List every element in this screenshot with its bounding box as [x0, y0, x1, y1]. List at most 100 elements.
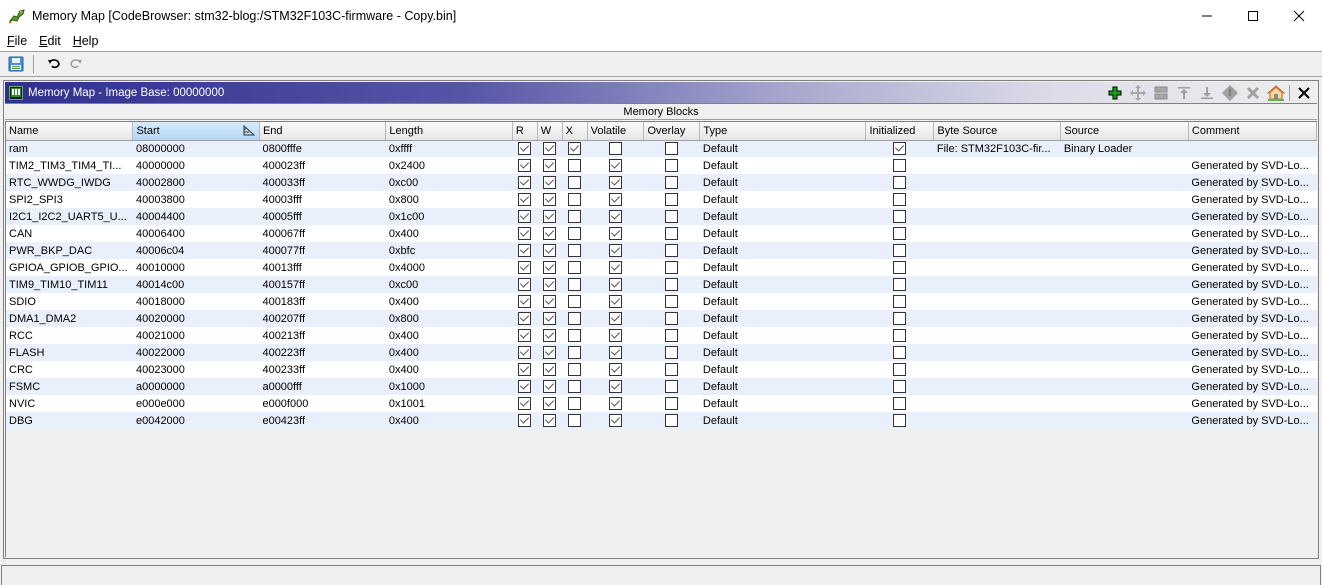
name-cell[interactable]: I2C1_I2C2_UART5_U... — [6, 208, 133, 225]
table-row[interactable]: DBG e0042000 e00423ff 0x400 Default Generated… — [6, 412, 1317, 429]
write-checkbox[interactable] — [543, 159, 557, 172]
type-cell[interactable]: Default — [699, 361, 866, 378]
length-cell[interactable]: 0x4000 — [385, 259, 513, 276]
volatile-checkbox[interactable] — [609, 210, 623, 223]
execute-checkbox[interactable] — [568, 159, 582, 172]
volatile-checkbox[interactable] — [609, 380, 623, 393]
initialized-checkbox[interactable] — [893, 278, 907, 291]
overlay-checkbox[interactable] — [665, 159, 679, 172]
read-checkbox[interactable] — [518, 227, 532, 240]
length-cell[interactable]: 0xc00 — [385, 276, 513, 293]
source-cell[interactable] — [1060, 344, 1189, 361]
length-cell[interactable]: 0x400 — [385, 225, 513, 242]
volatile-checkbox[interactable] — [609, 329, 623, 342]
write-checkbox[interactable] — [543, 227, 557, 240]
column-header-length[interactable]: Length — [385, 122, 513, 141]
execute-checkbox[interactable] — [568, 176, 582, 189]
overlay-checkbox[interactable] — [665, 414, 679, 427]
table-row[interactable]: SPI2_SPI3 40003800 40003fff 0x800 Default Gen… — [6, 191, 1317, 208]
table-row[interactable]: SDIO 40018000 400183ff 0x400 Default Generate… — [6, 293, 1317, 310]
overlay-checkbox[interactable] — [665, 380, 679, 393]
table-row[interactable]: TIM9_TIM10_TIM11 40014c00 400157ff 0xc00 Def… — [6, 276, 1317, 293]
read-checkbox[interactable] — [518, 176, 532, 189]
start-cell[interactable]: 40006c04 — [132, 242, 260, 259]
execute-checkbox[interactable] — [568, 312, 582, 325]
name-cell[interactable]: NVIC — [6, 395, 133, 412]
initialized-checkbox[interactable] — [893, 312, 907, 325]
byte-source-cell[interactable] — [933, 191, 1061, 208]
volatile-checkbox[interactable] — [609, 176, 623, 189]
write-checkbox[interactable] — [543, 142, 557, 156]
comment-cell[interactable]: Generated by SVD-Lo... — [1188, 395, 1317, 412]
comment-cell[interactable]: Generated by SVD-Lo... — [1188, 327, 1317, 344]
comment-cell[interactable]: Generated by SVD-Lo... — [1188, 208, 1317, 225]
type-cell[interactable]: Default — [699, 310, 866, 327]
column-header-start[interactable]: Start — [132, 122, 260, 141]
read-checkbox[interactable] — [518, 312, 532, 325]
overlay-checkbox[interactable] — [665, 295, 679, 308]
minimize-button[interactable] — [1184, 0, 1230, 31]
volatile-checkbox[interactable] — [609, 346, 623, 359]
source-cell[interactable] — [1060, 395, 1189, 412]
table-row[interactable]: RCC 40021000 400213ff 0x400 Default Generated… — [6, 327, 1317, 344]
start-cell[interactable]: 40023000 — [132, 361, 260, 378]
name-cell[interactable]: RTC_WWDG_IWDG — [6, 174, 133, 191]
comment-cell[interactable]: Generated by SVD-Lo... — [1188, 344, 1317, 361]
length-cell[interactable]: 0xffff — [385, 140, 513, 157]
execute-checkbox[interactable] — [568, 244, 582, 257]
source-cell[interactable] — [1060, 310, 1189, 327]
menu-file[interactable]: File — [0, 34, 32, 48]
comment-cell[interactable]: Generated by SVD-Lo... — [1188, 378, 1317, 395]
type-cell[interactable]: Default — [699, 259, 866, 276]
type-cell[interactable]: Default — [699, 191, 866, 208]
write-checkbox[interactable] — [543, 346, 557, 359]
type-cell[interactable]: Default — [699, 412, 866, 429]
expand-down-button[interactable] — [1195, 83, 1218, 103]
end-cell[interactable]: 400023ff — [259, 157, 386, 174]
table-row[interactable]: I2C1_I2C2_UART5_U... 40004400 40005fff 0x1c… — [6, 208, 1317, 225]
byte-source-cell[interactable] — [933, 225, 1061, 242]
end-cell[interactable]: 400067ff — [259, 225, 386, 242]
source-cell[interactable] — [1060, 361, 1189, 378]
end-cell[interactable]: 400033ff — [259, 174, 386, 191]
end-cell[interactable]: 400157ff — [259, 276, 386, 293]
end-cell[interactable]: a0000fff — [259, 378, 386, 395]
type-cell[interactable]: Default — [699, 327, 866, 344]
type-cell[interactable]: Default — [699, 395, 866, 412]
source-cell[interactable] — [1060, 208, 1189, 225]
byte-source-cell[interactable] — [933, 361, 1061, 378]
start-cell[interactable]: 40018000 — [132, 293, 260, 310]
length-cell[interactable]: 0xc00 — [385, 174, 513, 191]
volatile-checkbox[interactable] — [609, 193, 623, 206]
column-header-type[interactable]: Type — [699, 122, 867, 141]
write-checkbox[interactable] — [543, 210, 557, 223]
volatile-checkbox[interactable] — [609, 278, 623, 291]
read-checkbox[interactable] — [518, 414, 532, 427]
close-window-button[interactable] — [1276, 0, 1322, 31]
comment-cell[interactable]: Generated by SVD-Lo... — [1188, 225, 1317, 242]
length-cell[interactable]: 0x400 — [385, 361, 513, 378]
start-cell[interactable]: 08000000 — [132, 140, 260, 157]
execute-checkbox[interactable] — [568, 278, 582, 291]
name-cell[interactable]: SPI2_SPI3 — [6, 191, 133, 208]
name-cell[interactable]: TIM2_TIM3_TIM4_TI... — [6, 157, 133, 174]
length-cell[interactable]: 0x400 — [385, 344, 513, 361]
comment-cell[interactable]: Generated by SVD-Lo... — [1188, 310, 1317, 327]
save-button[interactable] — [5, 53, 27, 75]
initialized-checkbox[interactable] — [893, 295, 907, 308]
initialized-checkbox[interactable] — [893, 261, 907, 274]
type-cell[interactable]: Default — [699, 225, 866, 242]
end-cell[interactable]: 400213ff — [259, 327, 386, 344]
read-checkbox[interactable] — [518, 295, 532, 308]
byte-source-cell[interactable] — [933, 157, 1061, 174]
length-cell[interactable]: 0x2400 — [385, 157, 513, 174]
read-checkbox[interactable] — [518, 329, 532, 342]
initialized-checkbox[interactable] — [893, 159, 907, 172]
write-checkbox[interactable] — [543, 261, 557, 274]
overlay-checkbox[interactable] — [665, 329, 679, 342]
write-checkbox[interactable] — [543, 329, 557, 342]
execute-checkbox[interactable] — [568, 261, 582, 274]
end-cell[interactable]: e00423ff — [259, 412, 386, 429]
write-checkbox[interactable] — [543, 397, 557, 410]
column-header-x[interactable]: X — [562, 122, 588, 141]
